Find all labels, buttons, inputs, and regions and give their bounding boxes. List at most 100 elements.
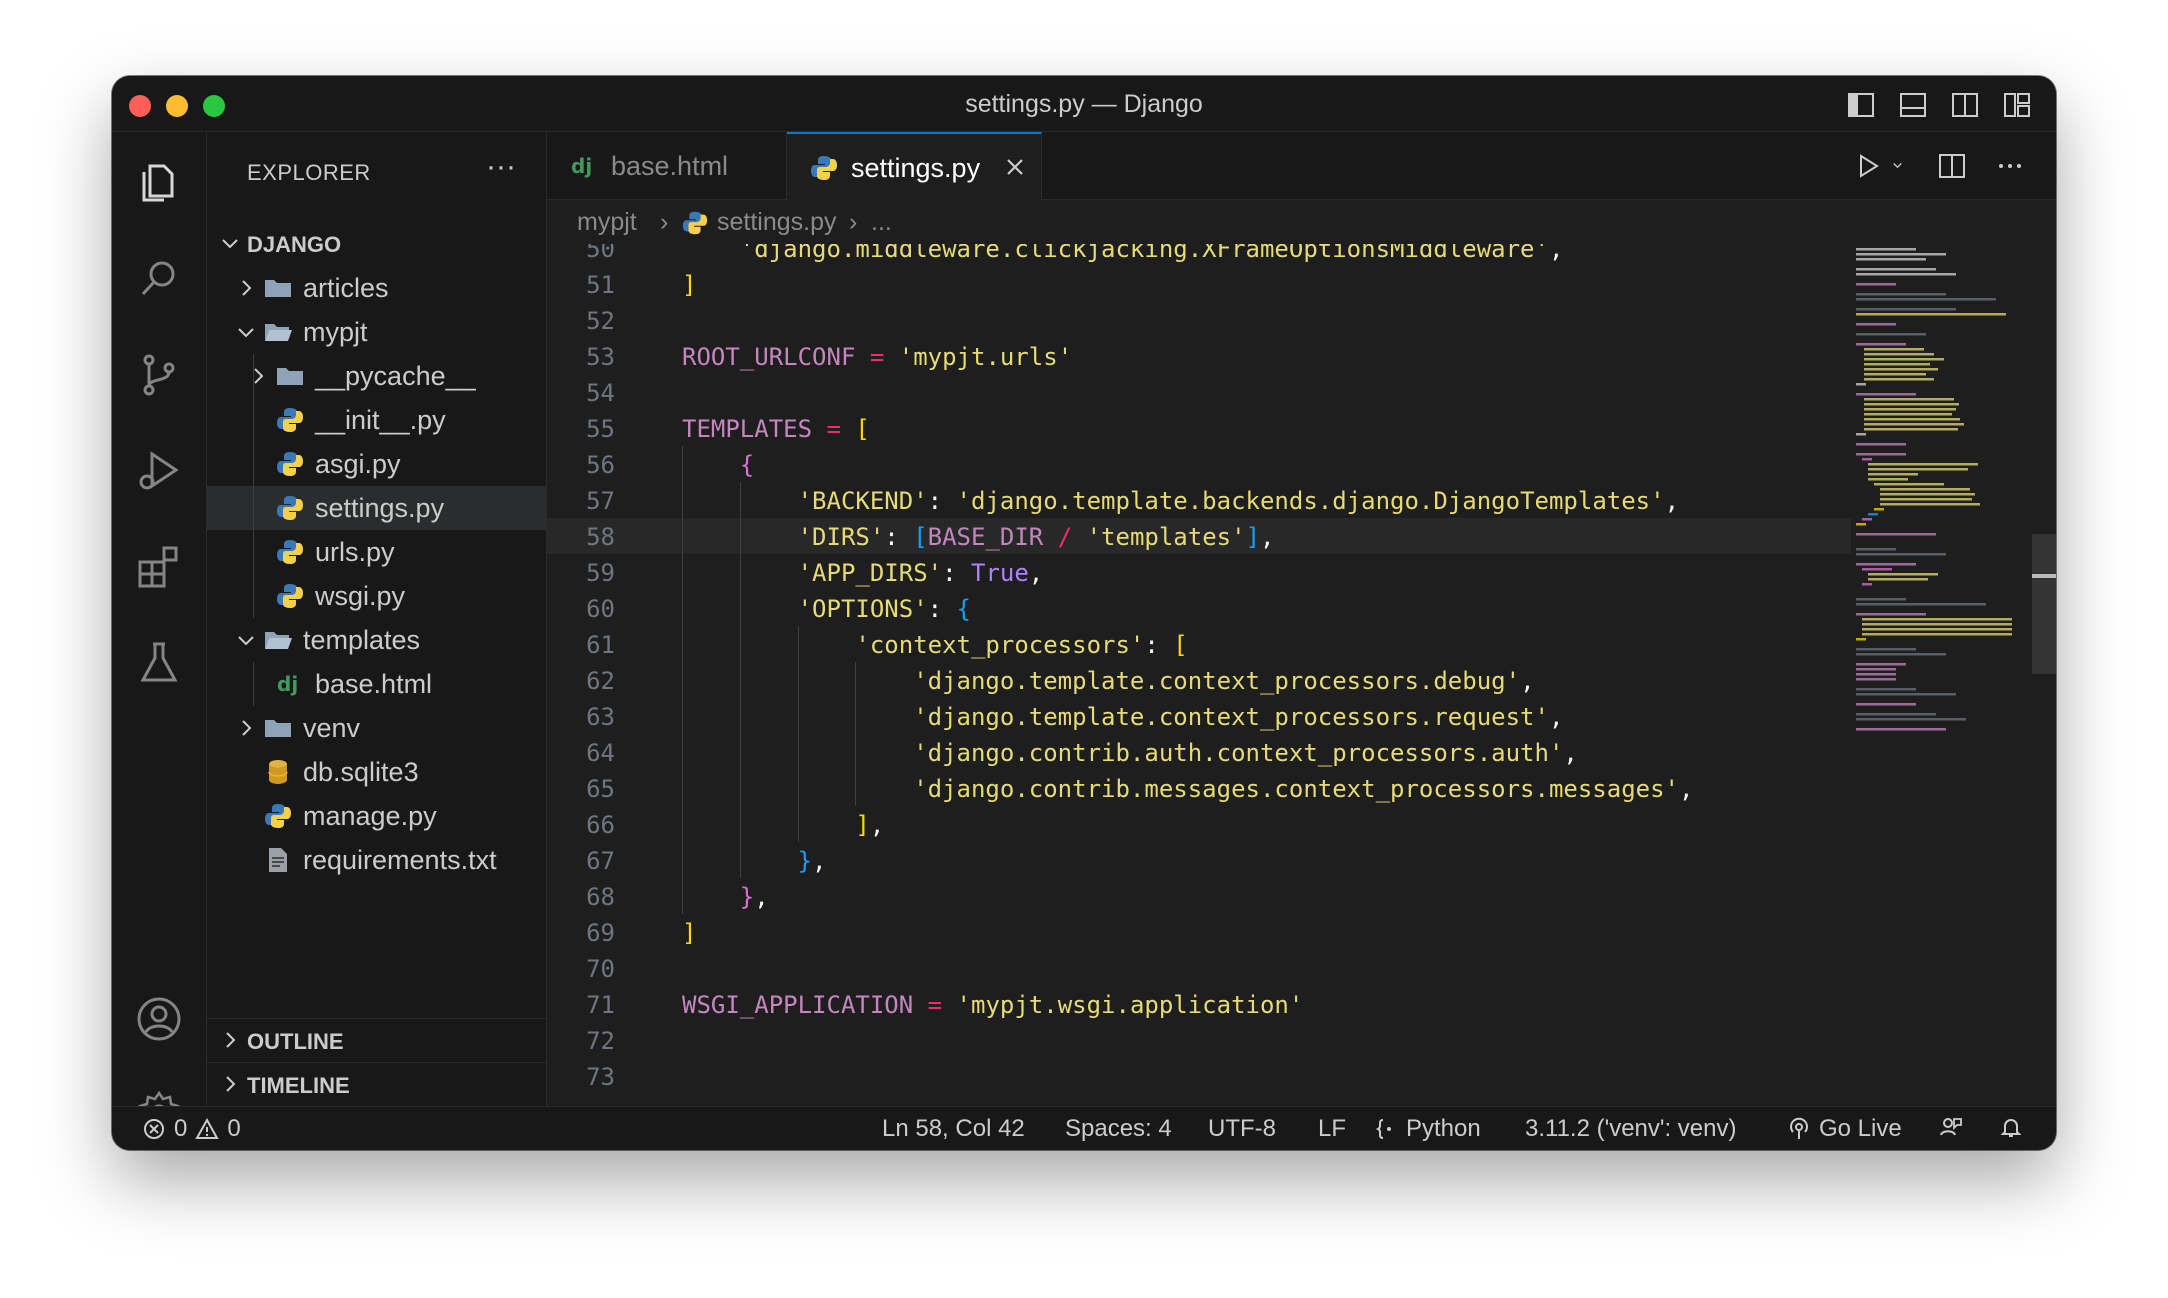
- code-line[interactable]: 54: [547, 374, 2056, 410]
- tree-item-venv[interactable]: venv: [207, 706, 546, 750]
- code-line[interactable]: 53 ROOT_URLCONF = 'mypjt.urls': [547, 338, 2056, 374]
- line-number: 57: [586, 487, 615, 515]
- language-mode[interactable]: Python: [1374, 1115, 1481, 1143]
- code-line[interactable]: 66 ],: [547, 806, 2056, 842]
- code-line[interactable]: 57 'BACKEND': 'django.template.backends.…: [547, 482, 2056, 518]
- code-line[interactable]: 63 'django.template.context_processors.r…: [547, 698, 2056, 734]
- code-line[interactable]: 67 },: [547, 842, 2056, 878]
- code-line[interactable]: 71 WSGI_APPLICATION = 'mypjt.wsgi.applica…: [547, 986, 2056, 1022]
- vertical-scrollbar[interactable]: [2032, 534, 2056, 674]
- tree-item-label: manage.py: [303, 801, 437, 831]
- code-line[interactable]: 64 'django.contrib.auth.context_processo…: [547, 734, 2056, 770]
- tree-item-requirements-txt[interactable]: requirements.txt: [207, 838, 546, 882]
- tree-item-label: wsgi.py: [315, 581, 406, 611]
- code-token: }: [797, 847, 813, 875]
- code-line[interactable]: 58 'DIRS': [BASE_DIR / 'templates'],: [547, 518, 1851, 554]
- end-of-line[interactable]: LF: [1318, 1115, 1346, 1143]
- tree-item-asgi-py[interactable]: asgi.py: [207, 442, 546, 486]
- code-token: 'django.contrib.auth.context_processors.…: [913, 739, 1564, 767]
- line-number: 51: [586, 271, 615, 299]
- tree-item-pycache[interactable]: __pycache__: [207, 354, 546, 398]
- line-number: 64: [586, 739, 615, 767]
- timeline-section[interactable]: TIMELINE: [207, 1062, 546, 1107]
- tree-item-base-html[interactable]: dj base.html: [207, 662, 546, 706]
- tree-item-templates[interactable]: templates: [207, 618, 546, 662]
- error-icon: [144, 1119, 164, 1139]
- more-actions-icon[interactable]: [1994, 150, 2026, 182]
- minimap[interactable]: [1852, 244, 2032, 764]
- minimap-line: [1856, 613, 1926, 616]
- outline-section[interactable]: OUTLINE: [207, 1018, 546, 1063]
- accounts-icon[interactable]: [134, 994, 184, 1044]
- code-line[interactable]: 52: [547, 302, 2056, 338]
- run-python-file-icon[interactable]: [1852, 150, 1884, 182]
- run-and-debug-icon[interactable]: [134, 446, 184, 496]
- toggle-panel-icon[interactable]: [1898, 90, 1928, 120]
- project-root-header[interactable]: DJANGO: [207, 222, 546, 266]
- go-live-button[interactable]: Go Live: [1787, 1115, 1902, 1143]
- code-line[interactable]: 68 },: [547, 878, 2056, 914]
- code-line[interactable]: 70: [547, 950, 2056, 986]
- tree-item-settings-py[interactable]: settings.py: [207, 486, 546, 530]
- code-line[interactable]: 55 TEMPLATES = [: [547, 410, 2056, 446]
- cursor-position[interactable]: Ln 58, Col 42: [882, 1115, 1025, 1143]
- close-icon[interactable]: [1003, 155, 1027, 179]
- encoding[interactable]: UTF-8: [1208, 1115, 1276, 1143]
- search-icon[interactable]: [134, 254, 184, 304]
- chevron-right-icon: [254, 368, 264, 384]
- line-number: 69: [586, 919, 615, 947]
- code-line[interactable]: 50 'django.middleware.clickjacking.XFram…: [547, 244, 2056, 266]
- code-line[interactable]: 61 'context_processors': [: [547, 626, 2056, 662]
- notifications-bell-icon[interactable]: [1999, 1115, 2023, 1139]
- toggle-primary-sidebar-icon[interactable]: [1846, 90, 1876, 120]
- code-line[interactable]: 60 'OPTIONS': {: [547, 590, 2056, 626]
- tree-item-db-sqlite3[interactable]: db.sqlite3: [207, 750, 546, 794]
- line-number: 60: [586, 595, 615, 623]
- extensions-icon[interactable]: [134, 542, 184, 592]
- code-line[interactable]: 62 'django.template.context_processors.d…: [547, 662, 2056, 698]
- problems-indicator[interactable]: 0 0: [142, 1115, 241, 1143]
- minimap-line: [1864, 413, 1952, 416]
- breadcrumb-file[interactable]: settings.py: [717, 208, 837, 237]
- chevron-down-icon[interactable]: [1890, 150, 1910, 182]
- code-editor[interactable]: 50 'django.middleware.clickjacking.XFram…: [547, 244, 2056, 1106]
- minimap-line: [1856, 248, 1916, 251]
- code-line[interactable]: 73: [547, 1058, 2056, 1094]
- code-line[interactable]: 72: [547, 1022, 2056, 1058]
- split-editor-icon[interactable]: [1936, 150, 1968, 182]
- toggle-secondary-sidebar-icon[interactable]: [1950, 90, 1980, 120]
- source-control-icon[interactable]: [134, 350, 184, 400]
- explorer-more-actions-button[interactable]: ···: [486, 150, 516, 184]
- code-line[interactable]: 69]: [547, 914, 2056, 950]
- customize-layout-icon[interactable]: [2002, 90, 2032, 120]
- code-token: {: [956, 595, 971, 623]
- code-line[interactable]: 65 'django.contrib.messages.context_proc…: [547, 770, 2056, 806]
- code-token: :: [927, 595, 957, 623]
- breadcrumb-symbols[interactable]: ...: [871, 208, 892, 237]
- minimap-line: [1868, 463, 1978, 466]
- tree-item-wsgi-py[interactable]: wsgi.py: [207, 574, 546, 618]
- code-line[interactable]: 51]: [547, 266, 2056, 302]
- tree-item-manage-py[interactable]: manage.py: [207, 794, 546, 838]
- tab-base-html[interactable]: dj base.html: [547, 132, 787, 200]
- tab-settings-py[interactable]: settings.py: [787, 132, 1042, 200]
- feedback-icon[interactable]: [1939, 1115, 1963, 1139]
- explorer-icon[interactable]: [134, 158, 184, 208]
- django-icon: dj: [277, 672, 298, 696]
- code-line[interactable]: 56 {: [547, 446, 2056, 482]
- python-interpreter[interactable]: 3.11.2 ('venv': venv): [1525, 1115, 1737, 1143]
- indentation[interactable]: Spaces: 4: [1065, 1115, 1172, 1143]
- python-icon: [811, 156, 837, 180]
- tree-item-urls-py[interactable]: urls.py: [207, 530, 546, 574]
- breadcrumb-folder[interactable]: mypjt: [577, 208, 637, 237]
- line-number: 56: [586, 451, 615, 479]
- tree-item-articles[interactable]: articles: [207, 266, 546, 310]
- minimap-line: [1856, 718, 1966, 721]
- tree-item-init-py[interactable]: __init__.py: [207, 398, 546, 442]
- line-number: 54: [586, 379, 615, 407]
- code-line[interactable]: 59 'APP_DIRS': True,: [547, 554, 2056, 590]
- minimap-line: [1856, 663, 1906, 666]
- code-text: 'django.middleware.clickjacking.XFrameOp…: [682, 244, 1564, 263]
- testing-icon[interactable]: [134, 638, 184, 688]
- tree-item-mypjt[interactable]: mypjt: [207, 310, 546, 354]
